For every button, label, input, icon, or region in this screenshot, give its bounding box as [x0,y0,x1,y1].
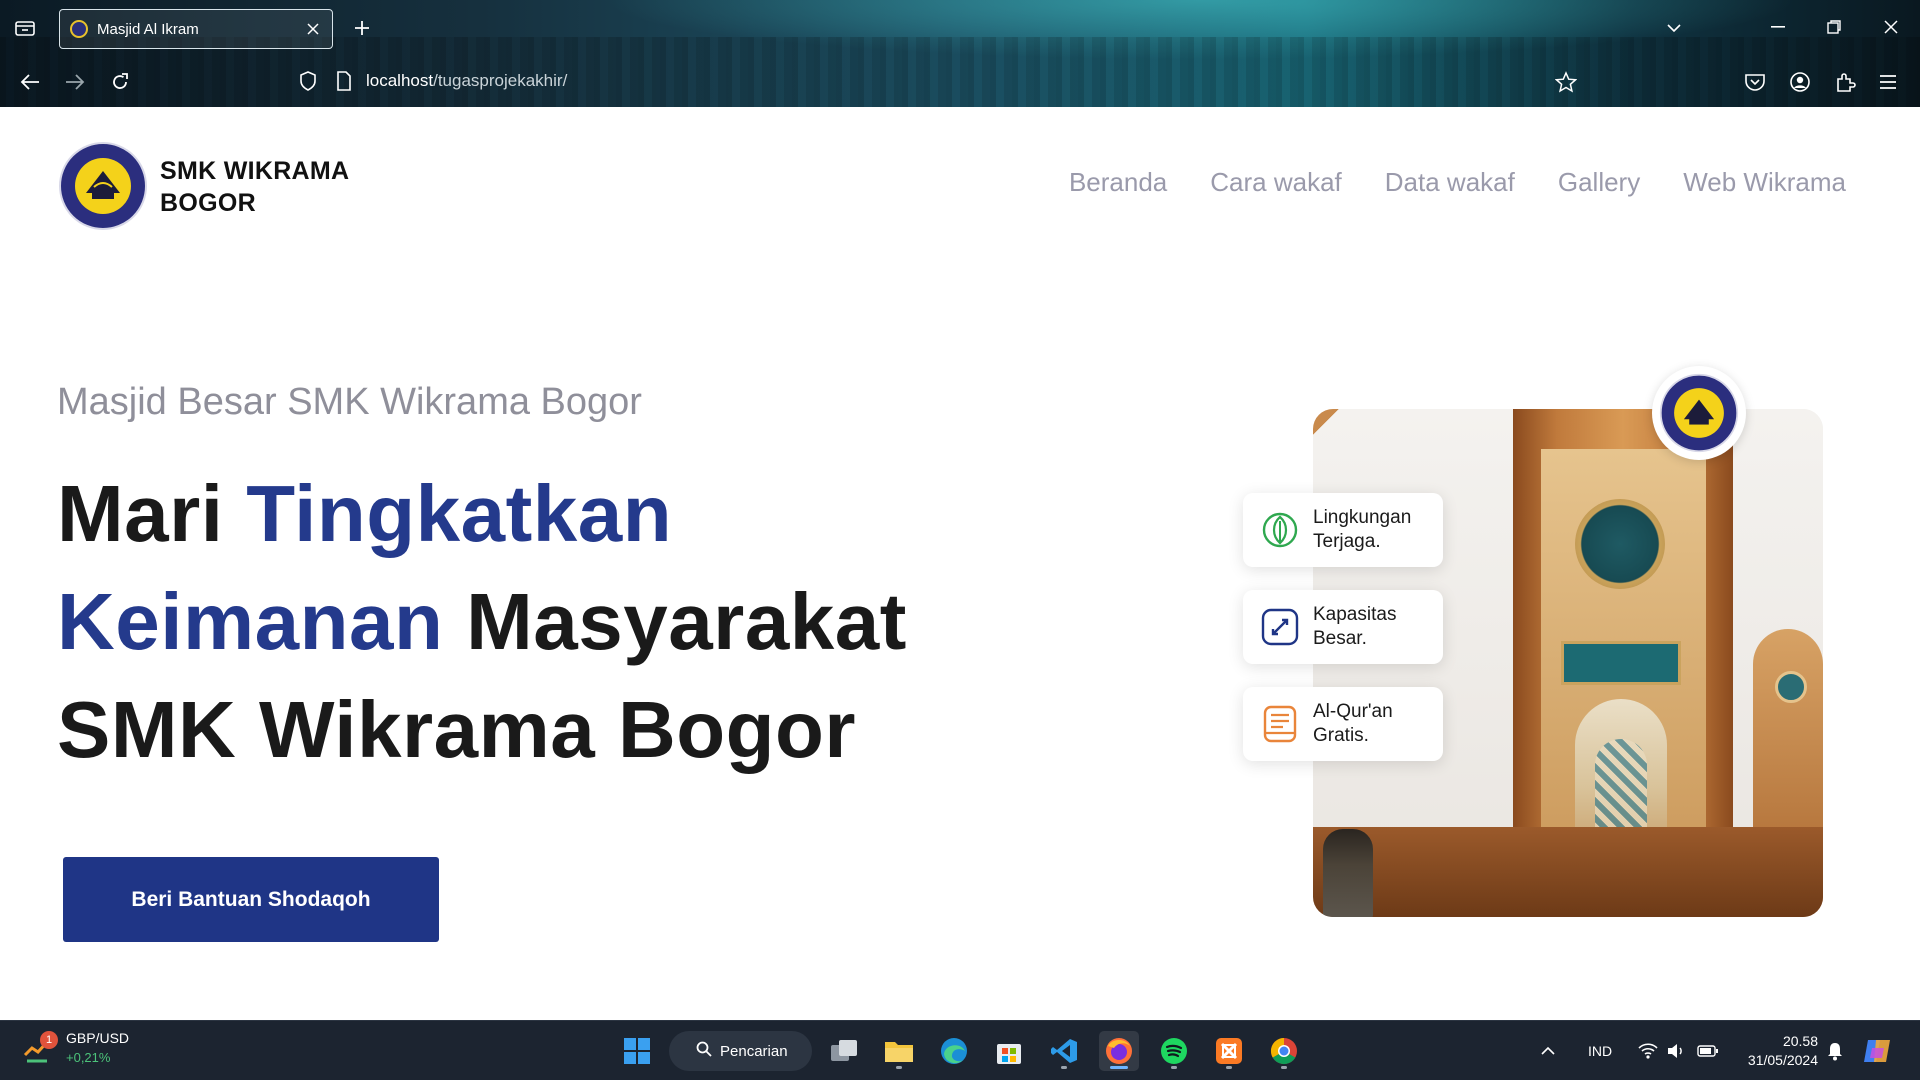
notification-bell-icon[interactable] [1826,1021,1844,1080]
copilot-icon[interactable] [1862,1021,1894,1080]
url-host: localhost [366,71,434,90]
feature-label-line-2: Gratis. [1313,725,1369,746]
feature-card-kapasitas: Kapasitas Besar. [1243,590,1443,664]
firefox-icon[interactable] [1099,1031,1139,1071]
volume-icon[interactable] [1667,1021,1685,1080]
edge-icon[interactable] [934,1031,974,1071]
headline-accent: Tingkatkan [246,469,673,558]
feature-label-line-1: Lingkungan [1313,507,1412,528]
tab-list-icon[interactable] [10,14,40,42]
minimize-icon[interactable] [1760,12,1796,42]
headline-line-1: Mari Tingkatkan [57,460,907,568]
donate-button[interactable]: Beri Bantuan Shodaqoh [63,857,439,942]
menu-icon[interactable] [1872,67,1904,97]
battery-icon[interactable] [1697,1021,1719,1080]
search-label: Pencarian [720,1042,788,1060]
vscode-icon[interactable] [1044,1031,1084,1071]
back-icon[interactable] [14,67,46,97]
headline-line-3: SMK Wikrama Bogor [57,685,857,774]
task-view-icon[interactable] [824,1031,864,1071]
stock-widget[interactable]: 1 GBP/USD +0,21% [22,1029,129,1067]
hero-headline: Mari Tingkatkan Keimanan Masyarakat SMK … [57,460,907,784]
brand-name[interactable]: SMK WIKRAMA BOGOR [160,155,349,219]
spotify-icon[interactable] [1154,1031,1194,1071]
pocket-icon[interactable] [1739,67,1771,97]
account-icon[interactable] [1784,67,1816,97]
page-info-icon[interactable] [332,69,356,93]
feature-label-line-1: Al-Qur'an [1313,701,1393,722]
chart-widget-icon: 1 [22,1031,58,1063]
headline-line-2: Keimanan Masyarakat [57,568,907,676]
tracking-protection-shield-icon[interactable] [296,69,320,93]
hero-subtitle: Masjid Besar SMK Wikrama Bogor [57,381,642,423]
close-tab-icon[interactable] [304,20,322,38]
leaf-icon [1261,511,1299,549]
main-nav: Beranda Cara wakaf Data wakaf Gallery We… [1069,167,1846,198]
taskbar-search[interactable]: Pencarian [669,1031,812,1071]
nav-gallery[interactable]: Gallery [1558,167,1640,198]
reload-icon[interactable] [104,67,136,97]
feature-label-line-2: Terjaga. [1313,531,1381,552]
windows-taskbar: 1 GBP/USD +0,21% Pencarian IND 20.58 31/… [0,1020,1920,1080]
favicon-icon [70,20,88,38]
expand-icon [1261,608,1299,646]
tab-title: Masjid Al Ikram [97,20,199,38]
widget-title: GBP/USD [66,1030,130,1046]
headline-text: Mari [57,469,247,558]
language-indicator[interactable]: IND [1588,1021,1612,1080]
browser-chrome: Masjid Al Ikram localhost/tugasprojekakh… [0,0,1920,107]
feature-card-lingkungan: Lingkungan Terjaga. [1243,493,1443,567]
headline-text: Masyarakat [443,577,907,666]
nav-web-wikrama[interactable]: Web Wikrama [1683,167,1846,198]
school-logo[interactable] [58,141,148,231]
feature-label-line-2: Besar. [1313,628,1367,649]
nav-data-wakaf[interactable]: Data wakaf [1385,167,1515,198]
file-explorer-icon[interactable] [879,1031,919,1071]
xampp-icon[interactable] [1209,1031,1249,1071]
taskbar-clock[interactable]: 20.58 31/05/2024 [1748,1032,1818,1070]
bookmark-star-icon[interactable] [1550,67,1582,97]
clock-date: 31/05/2024 [1747,1052,1818,1068]
list-all-tabs-icon[interactable] [1660,16,1688,40]
chrome-icon[interactable] [1264,1031,1304,1071]
extensions-icon[interactable] [1829,67,1861,97]
feature-label-line-1: Kapasitas [1313,604,1397,625]
microsoft-store-icon[interactable] [989,1031,1029,1071]
widget-change: +0,21% [66,1050,111,1065]
new-tab-icon[interactable] [348,14,376,42]
clock-time: 20.58 [1782,1033,1818,1049]
wifi-icon[interactable] [1638,1021,1658,1080]
url-path: /tugasprojekakhir/ [433,71,568,90]
feature-card-alquran: Al-Qur'an Gratis. [1243,687,1443,761]
nav-cara-wakaf[interactable]: Cara wakaf [1210,167,1342,198]
start-button[interactable] [617,1031,657,1071]
restore-icon[interactable] [1816,12,1852,42]
address-bar[interactable]: localhost/tugasprojekakhir/ [366,71,567,91]
headline-accent: Keimanan [57,577,444,666]
brand-line-2: BOGOR [160,189,256,217]
forward-icon[interactable] [59,67,91,97]
show-hidden-icons[interactable] [1540,1021,1556,1080]
search-icon [696,1041,712,1061]
photo-badge-logo [1652,366,1746,460]
widget-badge: 1 [40,1031,58,1049]
browser-tab[interactable]: Masjid Al Ikram [59,9,333,49]
brand-line-1: SMK WIKRAMA [160,157,350,185]
nav-beranda[interactable]: Beranda [1069,167,1167,198]
close-window-icon[interactable] [1873,12,1909,42]
book-icon [1261,705,1299,743]
